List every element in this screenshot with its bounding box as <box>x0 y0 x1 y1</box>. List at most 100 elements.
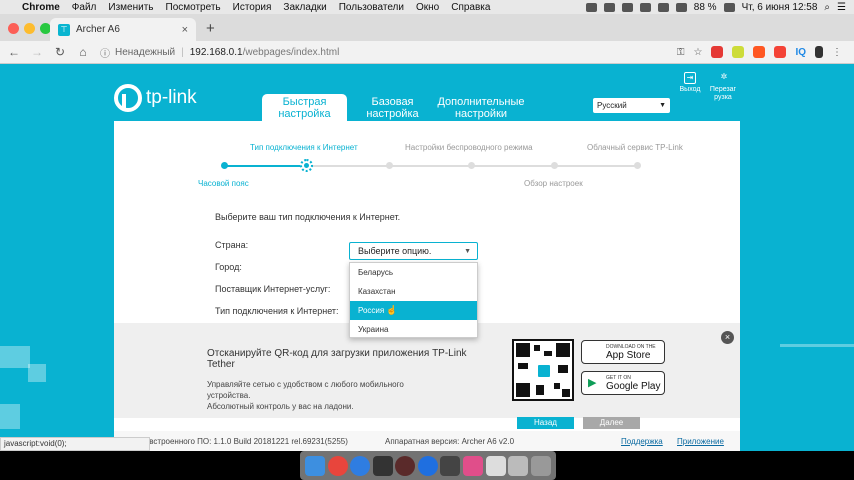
step-label-connection: Тип подключения к Интернет <box>250 143 358 152</box>
tab-quick-setup[interactable]: Быстрая настройка <box>262 94 347 121</box>
key-icon[interactable]: ⚿ <box>677 47 685 58</box>
router-page: tp-link Быстрая настройка Базовая настро… <box>0 64 854 451</box>
tp-link-favicon-icon: ⊤ <box>58 23 70 36</box>
app-icon[interactable] <box>395 455 416 476</box>
tab-title: Archer A6 <box>76 24 120 35</box>
reboot-icon: ✲ <box>720 72 728 81</box>
app-store-button[interactable]: DOWNLOAD ON THE App Store <box>581 340 665 364</box>
menubar-datetime[interactable]: Чт, 6 июня 12:58 <box>742 2 818 13</box>
google-play-button[interactable]: ▶ GET IT ON Google Play <box>581 371 665 395</box>
country-option[interactable]: Казахстан <box>350 282 477 301</box>
ext-icon[interactable] <box>753 46 766 58</box>
tab-advanced[interactable]: Дополнительные настройки <box>432 96 530 122</box>
app-icon[interactable] <box>485 455 506 476</box>
wifi-icon[interactable] <box>657 2 669 12</box>
battery-icon[interactable] <box>815 46 823 58</box>
menu-history[interactable]: История <box>233 2 272 13</box>
forward-icon[interactable]: → <box>28 45 46 59</box>
chrome-icon[interactable] <box>327 455 348 476</box>
menu-users[interactable]: Пользователи <box>339 2 404 13</box>
form-intro: Выберите ваш тип подключения к Интернет. <box>215 212 401 222</box>
menu-file[interactable]: Файл <box>72 2 97 13</box>
router-footer: Версия встроенного ПО: 1.1.0 Build 20181… <box>114 431 740 451</box>
language-select[interactable]: Русский ▼ <box>593 98 670 113</box>
tab-basic[interactable]: Базовая настройка <box>360 96 425 122</box>
url-path: /webpages/index.html <box>242 46 340 58</box>
notification-center-icon[interactable]: ☰ <box>837 2 846 13</box>
app-icon[interactable] <box>462 455 483 476</box>
chevron-down-icon: ▼ <box>659 102 666 109</box>
menu-window[interactable]: Окно <box>416 2 439 13</box>
app-icon[interactable] <box>508 455 529 476</box>
window-minimize-button[interactable] <box>24 23 35 34</box>
ext-icon[interactable] <box>732 46 745 58</box>
finder-icon[interactable] <box>305 455 326 476</box>
back-icon[interactable]: ← <box>5 45 23 59</box>
reboot-button[interactable]: ✲ Перезагрузка <box>708 72 740 102</box>
menubar-app-name[interactable]: Chrome <box>22 2 60 13</box>
country-option[interactable]: Украина <box>350 320 477 339</box>
browser-tab[interactable]: ⊤ Archer A6 × <box>50 18 196 41</box>
country-label: Страна: <box>215 240 249 250</box>
spotlight-icon[interactable]: ⌕ <box>824 2 830 13</box>
hand-cursor-icon: ☝ <box>386 305 398 315</box>
promo-subtitle: Управляйте сетью с удобством с любого мо… <box>207 380 404 411</box>
country-dropdown: Беларусь Казахстан Россия ☝ Украина <box>349 262 478 338</box>
app-icon[interactable] <box>372 455 393 476</box>
tray-icon[interactable] <box>621 2 633 12</box>
qr-code <box>512 339 574 401</box>
trash-icon[interactable] <box>530 455 551 476</box>
step-dot <box>634 162 641 169</box>
battery-icon[interactable] <box>723 2 735 12</box>
menu-icon[interactable]: ⋮ <box>832 47 842 58</box>
volume-icon[interactable] <box>675 2 687 12</box>
star-icon[interactable]: ☆ <box>693 47 702 58</box>
menu-help[interactable]: Справка <box>451 2 490 13</box>
country-select[interactable]: Выберите опцию. ▼ <box>349 242 478 260</box>
macos-dock <box>300 451 556 480</box>
battery-percent[interactable]: 88 % <box>694 2 717 13</box>
menu-edit[interactable]: Изменить <box>108 2 153 13</box>
url-host: 192.168.0.1 <box>189 46 243 58</box>
country-option-highlighted[interactable]: Россия ☝ <box>350 301 477 320</box>
skype-icon[interactable] <box>350 455 371 476</box>
menu-view[interactable]: Посмотреть <box>166 2 221 13</box>
logout-button[interactable]: ⇥ Выход <box>677 72 703 94</box>
step-label-summary: Обзор настроек <box>524 179 583 188</box>
tp-link-logo[interactable]: tp-link <box>114 84 197 112</box>
tray-icon[interactable] <box>603 2 615 12</box>
tab-close-icon[interactable]: × <box>182 24 188 36</box>
step-dot-current <box>300 159 313 172</box>
menu-bookmarks[interactable]: Закладки <box>283 2 326 13</box>
ext-icon[interactable] <box>774 46 787 58</box>
promo-title: Отсканируйте QR-код для загрузки приложе… <box>207 348 467 370</box>
conn-type-label: Тип подключения к Интернет: <box>215 306 339 316</box>
app-link[interactable]: Приложение <box>677 437 724 446</box>
window-close-button[interactable] <box>8 23 19 34</box>
close-icon[interactable]: × <box>721 331 734 344</box>
new-tab-button[interactable]: + <box>206 20 215 37</box>
app-icon[interactable] <box>440 455 461 476</box>
back-button[interactable]: Назад <box>517 417 574 429</box>
tray-icon[interactable] <box>585 2 597 12</box>
quick-setup-card: Тип подключения к Интернет Настройки бес… <box>114 121 740 451</box>
firmware-version: Версия встроенного ПО: 1.1.0 Build 20181… <box>120 437 348 446</box>
logout-icon: ⇥ <box>684 72 696 84</box>
isp-label: Поставщик Интернет-услуг: <box>215 284 331 294</box>
country-option[interactable]: Беларусь <box>350 263 477 282</box>
extensions-row: ⚿ ☆ IQ ⋮ <box>677 46 854 58</box>
info-icon[interactable]: ⓘ <box>100 45 110 60</box>
address-bar[interactable]: ⓘ Ненадежный | 192.168.0.1 /webpages/ind… <box>100 43 660 61</box>
reload-icon[interactable]: ↻ <box>51 45 69 59</box>
next-button[interactable]: Далее <box>583 417 640 429</box>
app-icon[interactable] <box>417 455 438 476</box>
adblock-icon[interactable] <box>711 46 724 58</box>
menubar-tray: 88 % Чт, 6 июня 12:58 ⌕ ☰ <box>585 2 854 13</box>
iq-icon[interactable]: IQ <box>795 47 806 58</box>
tray-icon[interactable] <box>639 2 651 12</box>
apple-icon <box>588 346 600 358</box>
country-select-value: Выберите опцию. <box>358 246 432 256</box>
step-label-cloud: Облачный сервис TP-Link <box>587 143 683 152</box>
home-icon[interactable]: ⌂ <box>74 45 92 59</box>
support-link[interactable]: Поддержка <box>621 437 663 446</box>
